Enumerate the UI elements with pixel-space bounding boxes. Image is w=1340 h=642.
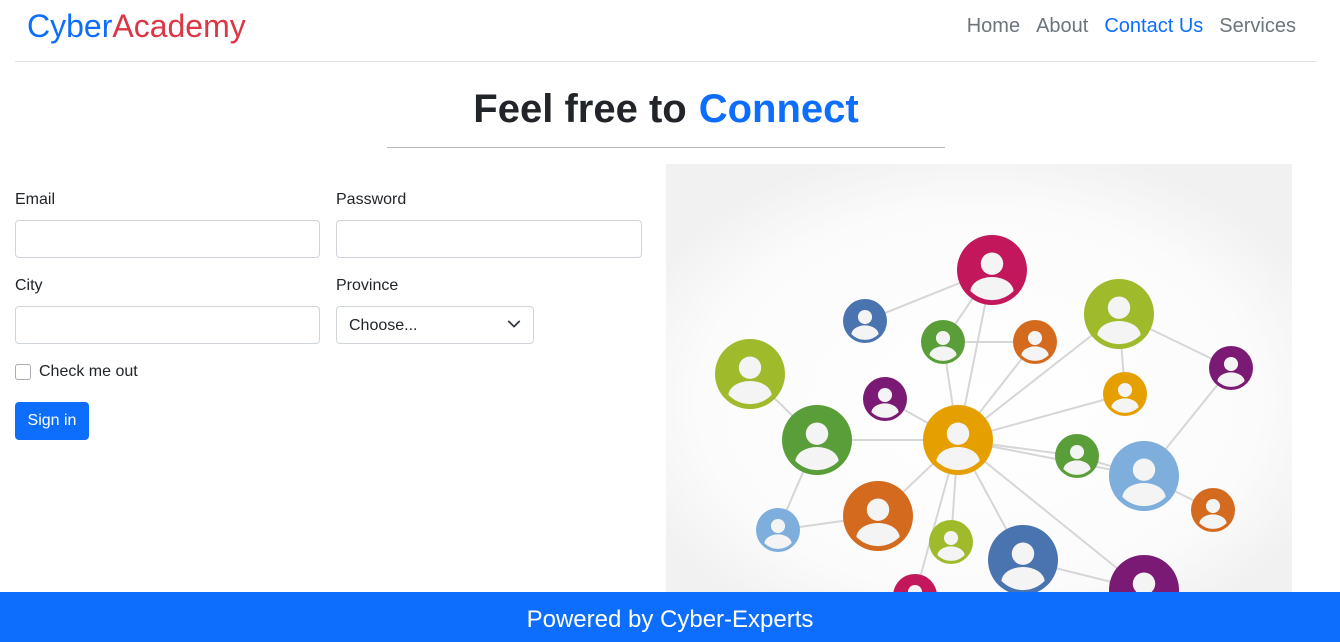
page-title-accent: Connect <box>698 87 859 131</box>
footer: Powered by Cyber-Experts <box>0 592 1340 642</box>
city-label: City <box>15 277 43 294</box>
password-label: Password <box>336 191 407 208</box>
nav-menu: Home About Contact Us Services <box>967 12 1296 40</box>
page-heading-section: Feel free to Connect <box>387 84 945 148</box>
nav-contact-us[interactable]: Contact Us <box>1104 12 1203 40</box>
person-avatar-icon <box>988 525 1058 595</box>
navbar: CyberAcademy Home About Contact Us Servi… <box>15 0 1316 62</box>
page-title-text: Feel free to <box>473 87 687 131</box>
email-field-group: Email <box>15 190 320 258</box>
email-label: Email <box>15 191 56 208</box>
brand-part-academy: Academy <box>112 8 246 44</box>
nav-about[interactable]: About <box>1036 12 1088 40</box>
nav-services[interactable]: Services <box>1219 12 1296 40</box>
page-title: Feel free to Connect <box>387 84 945 134</box>
check-me-out: Check me out <box>15 362 138 382</box>
password-input[interactable] <box>336 220 642 258</box>
chevron-down-icon <box>507 320 521 328</box>
city-field-group: City <box>15 276 320 344</box>
check-me-out-checkbox[interactable] <box>15 364 31 380</box>
province-select[interactable]: Choose... <box>336 306 534 344</box>
footer-text: Powered by Cyber-Experts <box>526 606 814 633</box>
brand-part-cyber: Cyber <box>27 8 113 44</box>
password-field-group: Password <box>336 190 642 258</box>
people-network-icon <box>666 164 1292 625</box>
province-selected-value: Choose... <box>349 317 418 334</box>
sign-in-button[interactable]: Sign in <box>15 402 89 440</box>
province-field-group: Province Choose... <box>336 276 534 344</box>
province-label: Province <box>336 277 399 294</box>
email-input[interactable] <box>15 220 320 258</box>
city-input[interactable] <box>15 306 320 344</box>
check-me-out-label[interactable]: Check me out <box>39 362 138 382</box>
people-network-illustration <box>666 164 1292 625</box>
nav-home[interactable]: Home <box>967 12 1020 40</box>
brand-logo[interactable]: CyberAcademy <box>27 6 246 46</box>
